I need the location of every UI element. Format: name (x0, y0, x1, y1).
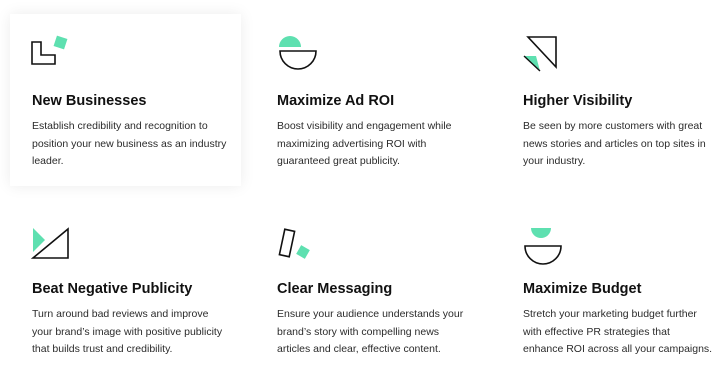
feature-description: Boost visibility and engagement while ma… (277, 120, 452, 168)
feature-title: Clear Messaging (277, 281, 393, 297)
feature-card-clear-messaging: Clear Messaging Ensure your audience und… (266, 206, 494, 368)
feature-card-maximize-ad-roi: Maximize Ad ROI Boost visibility and eng… (266, 14, 494, 186)
tilted-card-icon (278, 228, 310, 259)
feature-description: Be seen by more customers with great new… (523, 120, 706, 168)
bowl-semicircle-icon (524, 228, 562, 265)
feature-card-higher-visibility: Higher Visibility Be seen by more custom… (512, 14, 712, 186)
feature-title: Beat Negative Publicity (32, 281, 193, 297)
feature-card-beat-negative-publicity: Beat Negative Publicity Turn around bad … (10, 206, 241, 368)
semicircle-bowl-icon (279, 36, 317, 70)
feature-description: Turn around bad reviews and improve your… (32, 308, 223, 356)
feature-card-new-businesses: New Businesses Establish credibility and… (10, 14, 241, 186)
diagonal-triangle-icon (30, 227, 69, 259)
feature-title: New Businesses (32, 93, 147, 109)
feature-card-maximize-budget: Maximize Budget Stretch your marketing b… (512, 206, 712, 368)
feature-description: Ensure your audience understands your br… (277, 308, 464, 356)
feature-description: Stretch your marketing budget further wi… (523, 308, 713, 356)
feature-title: Maximize Ad ROI (277, 93, 395, 109)
triangle-split-icon (523, 36, 557, 72)
feature-title: Higher Visibility (523, 93, 633, 109)
l-shape-square-icon (31, 35, 68, 65)
feature-title: Maximize Budget (523, 281, 642, 297)
feature-description: Establish credibility and recognition to… (32, 120, 227, 168)
